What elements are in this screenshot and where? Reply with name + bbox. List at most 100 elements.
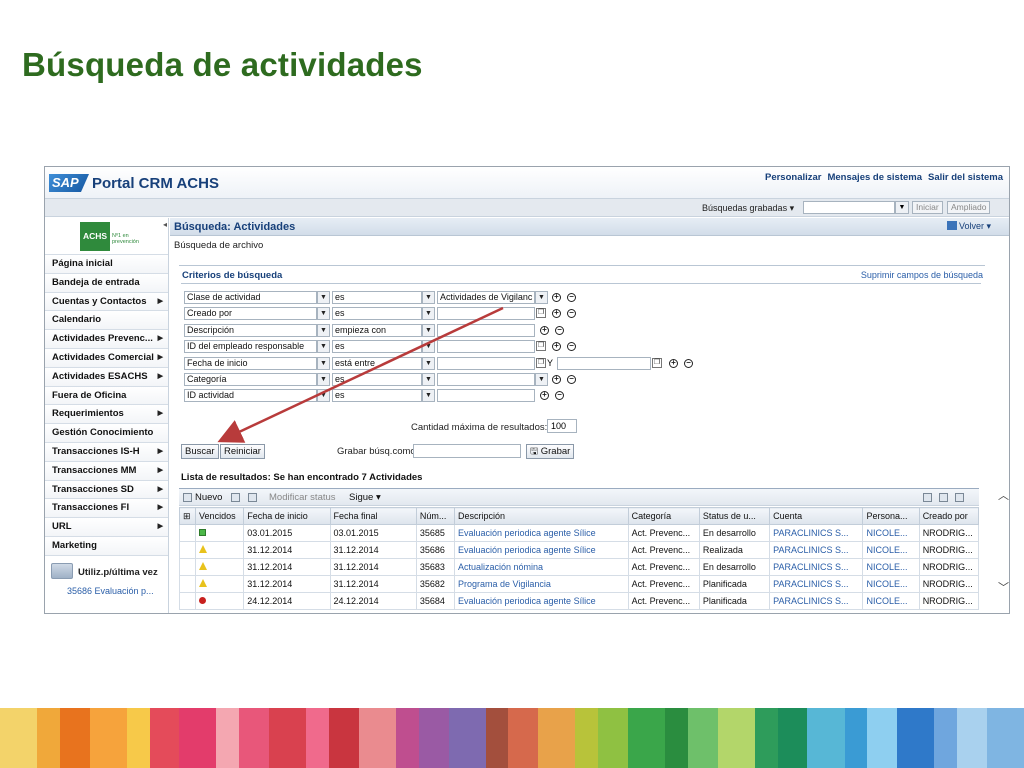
- sidebar-item[interactable]: Bandeja de entrada: [45, 273, 168, 293]
- criteria-value2-input[interactable]: [557, 356, 651, 370]
- sidebar-item[interactable]: Transacciones MM ▶: [45, 461, 168, 481]
- cell-account[interactable]: PARACLINICS S...: [769, 558, 864, 576]
- column-header[interactable]: Vencidos: [195, 507, 245, 525]
- chevron-down-icon[interactable]: ▼: [422, 307, 435, 321]
- chevron-down-icon[interactable]: ▼: [422, 356, 435, 370]
- settings-icon[interactable]: [955, 493, 964, 502]
- row-selector[interactable]: [178, 575, 197, 593]
- cell-person[interactable]: NICOLE...: [862, 558, 920, 576]
- save-button[interactable]: 🖫 Grabar: [526, 444, 575, 459]
- sidebar-item[interactable]: Actividades Prevenc... ▶: [45, 330, 168, 349]
- saved-search-input[interactable]: [803, 201, 895, 214]
- system-messages-link[interactable]: Mensajes de sistema: [827, 172, 922, 183]
- sidebar-item[interactable]: Actividades Comercial ▶: [45, 348, 168, 368]
- sidebar-item[interactable]: Transacciones SD ▶: [45, 480, 168, 500]
- chevron-down-icon[interactable]: ▼: [317, 389, 330, 403]
- add-row-icon[interactable]: +: [552, 293, 561, 302]
- export-excel-icon[interactable]: [923, 493, 932, 502]
- sidebar-item[interactable]: Transacciones FI ▶: [45, 499, 168, 519]
- logout-link[interactable]: Salir del sistema: [928, 172, 1003, 183]
- criteria-value-input[interactable]: [437, 373, 535, 386]
- column-header[interactable]: Categoría: [627, 507, 700, 525]
- remove-row-icon[interactable]: −: [555, 325, 564, 335]
- chevron-down-icon[interactable]: ▼: [317, 307, 330, 321]
- cell-person[interactable]: NICOLE...: [862, 524, 920, 542]
- sidebar-item[interactable]: URL ▶: [45, 518, 168, 537]
- add-row-icon[interactable]: +: [552, 309, 561, 319]
- chevron-down-icon[interactable]: ▼: [422, 291, 435, 304]
- chevron-down-icon[interactable]: ▼: [317, 291, 330, 304]
- criteria-value-input[interactable]: [437, 340, 535, 354]
- cell-person[interactable]: NICOLE...: [862, 575, 920, 593]
- table-row[interactable]: 31.12.2014 31.12.2014 35686 Evaluación peri…: [178, 541, 980, 559]
- criteria-operator-select[interactable]: empieza con: [332, 323, 422, 337]
- criteria-field-select[interactable]: Categoría: [184, 373, 317, 386]
- cell-person[interactable]: NICOLE...: [862, 592, 920, 610]
- sidebar-item[interactable]: Transacciones IS-H ▶: [45, 442, 168, 462]
- column-header[interactable]: Núm...: [415, 507, 455, 525]
- save-search-input[interactable]: [413, 444, 521, 458]
- column-header[interactable]: Cuenta: [769, 507, 864, 525]
- criteria-operator-select[interactable]: es: [332, 291, 422, 304]
- criteria-field-select[interactable]: Descripción: [184, 323, 317, 337]
- add-row-icon[interactable]: +: [552, 375, 561, 384]
- value-help-icon[interactable]: ❐: [536, 308, 546, 319]
- add-row-icon[interactable]: +: [669, 358, 678, 368]
- cell-desc[interactable]: Evaluación periodica agente Sílice: [453, 524, 629, 542]
- value-help-icon[interactable]: ❐: [536, 357, 546, 368]
- cell-account[interactable]: PARACLINICS S...: [769, 592, 864, 610]
- max-results-input[interactable]: 100: [547, 419, 577, 433]
- add-row-icon[interactable]: +: [540, 325, 549, 335]
- criteria-operator-select[interactable]: es: [332, 307, 422, 321]
- saved-searches-menu[interactable]: Búsquedas grabadas ▾: [702, 203, 794, 214]
- criteria-field-select[interactable]: ID del empleado responsable: [184, 340, 317, 354]
- remove-row-icon[interactable]: −: [567, 342, 576, 352]
- value-help-icon[interactable]: ❐: [536, 341, 546, 352]
- search-button[interactable]: Buscar: [181, 444, 219, 459]
- add-row-icon[interactable]: +: [540, 391, 549, 401]
- cell-account[interactable]: PARACLINICS S...: [769, 575, 864, 593]
- column-header[interactable]: Fecha de inicio: [243, 507, 331, 525]
- remove-row-icon[interactable]: −: [567, 375, 576, 384]
- chevron-down-icon[interactable]: ▼: [422, 323, 435, 337]
- new-button[interactable]: Nuevo: [195, 492, 222, 503]
- print-icon[interactable]: [939, 493, 948, 502]
- remove-row-icon[interactable]: −: [684, 358, 693, 368]
- value-help-icon[interactable]: ❐: [652, 357, 662, 368]
- column-header[interactable]: Creado por: [918, 507, 980, 525]
- cell-account[interactable]: PARACLINICS S...: [769, 524, 864, 542]
- start-button[interactable]: Iniciar: [912, 201, 943, 214]
- chevron-down-icon[interactable]: ▼: [317, 340, 330, 354]
- sidebar-item[interactable]: Actividades ESACHS ▶: [45, 367, 168, 387]
- modify-status-button[interactable]: Modificar status: [269, 492, 336, 503]
- sidebar-item[interactable]: Fuera de Oficina: [45, 386, 168, 406]
- chevron-down-icon[interactable]: ▼: [535, 291, 548, 304]
- saved-search-dropdown[interactable]: ▼: [895, 201, 909, 214]
- criteria-field-select[interactable]: Creado por: [184, 307, 317, 321]
- table-row[interactable]: 03.01.2015 03.01.2015 35685 Evaluación peri…: [178, 524, 980, 542]
- column-header[interactable]: Fecha final: [329, 507, 417, 525]
- sidebar-item[interactable]: Gestión Conocimiento: [45, 424, 168, 443]
- table-row[interactable]: 31.12.2014 31.12.2014 35682 Programa de Vig…: [178, 575, 980, 593]
- table-row[interactable]: 24.12.2014 24.12.2014 35684 Evaluación peri…: [178, 592, 980, 610]
- delete-icon[interactable]: [231, 493, 240, 502]
- remove-row-icon[interactable]: −: [567, 293, 576, 302]
- next-button[interactable]: Sigue ▾: [349, 492, 381, 503]
- column-settings-icon[interactable]: ⊞: [178, 507, 197, 525]
- chevron-down-icon[interactable]: ▼: [422, 373, 435, 386]
- copy-icon[interactable]: [248, 493, 257, 502]
- chevron-down-icon[interactable]: ▼: [422, 340, 435, 354]
- sidebar-item[interactable]: Cuentas y Contactos ▶: [45, 292, 168, 312]
- chevron-down-icon[interactable]: ▼: [422, 389, 435, 403]
- cell-account[interactable]: PARACLINICS S...: [769, 541, 864, 559]
- sidebar-item[interactable]: Calendario: [45, 311, 168, 331]
- sidebar-item[interactable]: Página inicial: [45, 255, 168, 274]
- scroll-down-icon[interactable]: ﹀: [998, 579, 1009, 595]
- criteria-value-input[interactable]: Actividades de Vigilanc: [437, 291, 535, 304]
- back-button[interactable]: Volver ▾: [946, 221, 991, 232]
- column-header[interactable]: Descripción: [453, 507, 629, 525]
- row-selector[interactable]: [178, 592, 197, 610]
- extended-button[interactable]: Ampliado: [947, 201, 991, 214]
- cell-desc[interactable]: Evaluación periodica agente Sílice: [453, 541, 629, 559]
- criteria-field-select[interactable]: Clase de actividad: [184, 291, 317, 304]
